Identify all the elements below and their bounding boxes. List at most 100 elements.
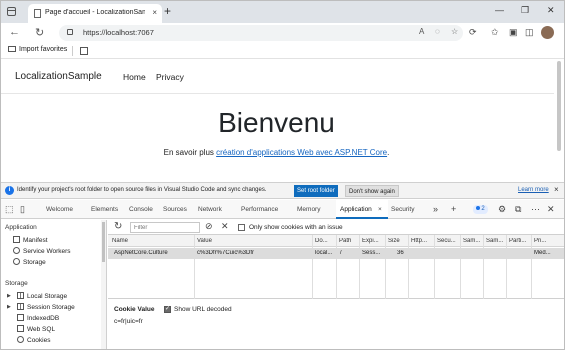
table-row[interactable]: AspNetCore.Culture c%3Dfr%7Cuic%3Dfr loc… xyxy=(108,248,564,259)
column-header[interactable]: Path xyxy=(339,238,355,244)
sidebar-item-manifest[interactable]: Manifest xyxy=(13,236,48,244)
column-header[interactable]: Http... xyxy=(411,238,433,244)
column-header[interactable]: Value xyxy=(197,238,307,244)
set-root-folder-button[interactable]: Set root folder xyxy=(294,185,338,197)
cookies-table: Name Value Do... Path Expi... Size Http.… xyxy=(108,235,564,299)
tab-security[interactable]: Security xyxy=(391,206,414,213)
tab-console[interactable]: Console xyxy=(129,206,153,213)
import-icon xyxy=(8,46,16,52)
close-window-icon[interactable]: ✕ xyxy=(547,5,555,16)
nav-privacy-link[interactable]: Privacy xyxy=(156,72,184,82)
delete-selected-icon[interactable]: ✕ xyxy=(221,221,229,232)
tab-actions-icon[interactable] xyxy=(7,7,16,16)
column-divider xyxy=(408,235,409,299)
nav-home-link[interactable]: Home xyxy=(123,72,146,82)
site-brand[interactable]: LocalizationSample xyxy=(15,71,102,82)
show-url-decoded-checkbox[interactable] xyxy=(164,305,171,313)
page-scrollbar[interactable] xyxy=(554,59,564,181)
lead-suffix: . xyxy=(387,148,390,157)
expand-arrow-icon[interactable]: ▶ xyxy=(7,304,11,310)
expand-arrow-icon[interactable]: ▶ xyxy=(7,293,11,299)
column-header[interactable]: Expi... xyxy=(362,238,384,244)
tab-network[interactable]: Network xyxy=(198,206,222,213)
settings-gear-icon[interactable]: ⚙ xyxy=(498,204,506,215)
minimize-icon[interactable]: — xyxy=(495,5,504,15)
read-aloud-icon[interactable]: A xyxy=(419,27,424,36)
column-divider xyxy=(531,235,532,299)
browser-window: Page d'accueil - LocalizationSample × + … xyxy=(0,0,565,350)
tab-memory[interactable]: Memory xyxy=(297,206,320,213)
tab-application[interactable]: Application xyxy=(340,206,372,213)
folder-icon[interactable] xyxy=(80,47,88,55)
sidebar-item-cookies[interactable]: Cookies xyxy=(17,336,50,344)
device-emulation-icon[interactable]: ▯ xyxy=(20,204,25,215)
refresh-icon[interactable]: ↻ xyxy=(35,26,44,39)
dock-side-icon[interactable]: ⧉ xyxy=(515,204,521,215)
only-issues-label: Only show cookies with an issue xyxy=(249,224,343,231)
header-divider xyxy=(1,93,564,94)
filter-input[interactable] xyxy=(130,222,200,233)
dont-show-again-button[interactable]: Don't show again xyxy=(345,185,399,197)
import-favorites-link[interactable]: Import favorites xyxy=(8,46,67,53)
tab-close-icon[interactable]: × xyxy=(152,8,157,17)
close-devtools-icon[interactable]: ✕ xyxy=(547,204,555,215)
profile-sync-icon[interactable]: ◫ xyxy=(525,27,534,38)
extensions-icon[interactable]: ◌ xyxy=(435,27,440,36)
page-heading: Bienvenu xyxy=(218,107,335,138)
show-url-decoded-label: Show URL decoded xyxy=(174,306,232,313)
sidebar-scrollbar[interactable] xyxy=(101,220,106,349)
browser-tab[interactable]: Page d'accueil - LocalizationSample × xyxy=(28,4,162,23)
sidebar-item-web-sql[interactable]: Web SQL xyxy=(17,325,55,333)
column-header[interactable]: Sam... xyxy=(463,238,485,244)
sidebar-item-indexeddb[interactable]: IndexedDB xyxy=(17,314,59,322)
sidebar-item-session-storage[interactable]: Session Storage xyxy=(17,303,75,311)
lock-icon[interactable] xyxy=(67,29,73,35)
column-header[interactable]: Sam... xyxy=(486,238,508,244)
aspnet-docs-link[interactable]: création d'applications Web avec ASP.NET… xyxy=(216,148,387,157)
sidebar-item-label: Session Storage xyxy=(27,304,75,311)
browser-essentials-icon[interactable]: ⟳ xyxy=(469,27,477,38)
issues-badge[interactable]: 2 xyxy=(473,205,488,214)
column-header[interactable]: Pri... xyxy=(534,238,560,244)
inspect-element-icon[interactable]: ⬚ xyxy=(5,204,14,215)
maximize-icon[interactable]: ❐ xyxy=(521,5,529,16)
refresh-icon[interactable]: ↻ xyxy=(114,221,122,232)
customize-menu-icon[interactable]: ⋯ xyxy=(531,204,540,215)
column-header[interactable]: Parti... xyxy=(509,238,531,244)
new-tab-icon[interactable]: + xyxy=(164,4,171,18)
tab-application-close-icon[interactable]: × xyxy=(378,206,382,213)
sidebar-item-service-workers[interactable]: Service Workers xyxy=(13,247,71,255)
sidebar-item-storage[interactable]: Storage xyxy=(13,258,46,266)
avatar[interactable] xyxy=(541,26,554,39)
sidebar-item-local-storage[interactable]: Local Storage xyxy=(17,292,67,300)
cookies-toolbar: ↻ ⊘ ✕ Only show cookies with an issue xyxy=(108,220,564,235)
tab-title: Page d'accueil - LocalizationSample xyxy=(45,9,145,16)
only-issues-checkbox[interactable] xyxy=(238,224,245,231)
tab-welcome[interactable]: Welcome xyxy=(46,206,73,213)
column-header[interactable]: Size xyxy=(388,238,406,244)
cookie-name-cell: AspNetCore.Culture xyxy=(114,250,168,256)
url-text[interactable]: https://localhost:7067 xyxy=(83,28,154,37)
column-header[interactable]: Do... xyxy=(315,238,335,244)
infobar-close-icon[interactable]: × xyxy=(554,185,559,194)
favorite-star-icon[interactable]: ☆ xyxy=(451,27,458,36)
collections-icon[interactable]: ▣ xyxy=(509,27,518,38)
clear-filtered-icon[interactable]: ⊘ xyxy=(205,221,213,232)
column-header[interactable]: Secu... xyxy=(437,238,459,244)
application-sidebar: Application Manifest Service Workers Sto… xyxy=(1,220,107,349)
tab-sources[interactable]: Sources xyxy=(163,206,187,213)
back-icon[interactable]: ← xyxy=(9,26,20,38)
address-bar[interactable]: https://localhost:7067 A ◌ ☆ xyxy=(59,25,463,41)
column-divider xyxy=(506,235,507,299)
cookie-size-cell: 36 xyxy=(397,250,404,256)
sidebar-item-label: Storage xyxy=(23,259,46,266)
tab-performance[interactable]: Performance xyxy=(241,206,278,213)
column-divider xyxy=(483,235,484,299)
favorites-icon[interactable]: ✩ xyxy=(491,27,499,38)
add-tab-icon[interactable]: + xyxy=(451,204,456,214)
column-divider xyxy=(194,235,195,299)
learn-more-link[interactable]: Learn more xyxy=(518,187,549,193)
more-tabs-icon[interactable]: » xyxy=(433,204,438,214)
column-header[interactable]: Name xyxy=(112,238,192,244)
tab-elements[interactable]: Elements xyxy=(91,206,118,213)
